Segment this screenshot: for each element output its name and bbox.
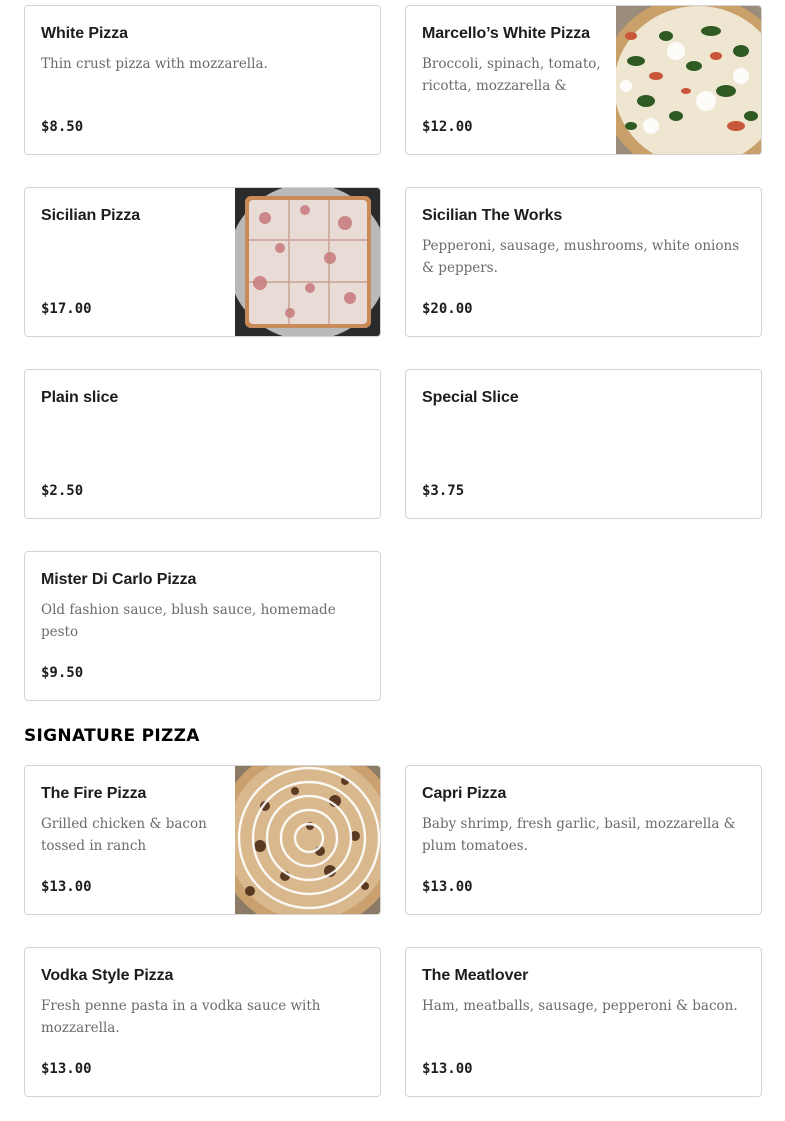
menu-item-card[interactable]: Sicilian Pizza $17.00	[24, 187, 381, 337]
menu-item-card[interactable]: Marcello’s White Pizza Broccoli, spinach…	[405, 5, 762, 155]
item-price: $12.00	[422, 119, 473, 135]
item-name: Mister Di Carlo Pizza	[41, 571, 197, 588]
item-name: Sicilian The Works	[422, 207, 563, 224]
item-description: Fresh penne pasta in a vodka sauce with …	[41, 998, 321, 1036]
section-heading: SIGNATURE PIZZA	[24, 726, 200, 746]
menu-item-card[interactable]: Capri Pizza Baby shrimp, fresh garlic, b…	[405, 765, 762, 915]
menu-item-card[interactable]: Vodka Style Pizza Fresh penne pasta in a…	[24, 947, 381, 1097]
item-price: $9.50	[41, 665, 84, 681]
item-name: Plain slice	[41, 389, 119, 406]
menu-item-card[interactable]: Mister Di Carlo Pizza Old fashion sauce,…	[24, 551, 381, 701]
menu-item-card[interactable]: White Pizza Thin crust pizza with mozzar…	[24, 5, 381, 155]
white-pizza-photo	[616, 6, 761, 154]
menu-item-card[interactable]: The Fire Pizza Grilled chicken & bacon t…	[24, 765, 381, 915]
item-price: $13.00	[422, 1061, 473, 1077]
sicilian-pizza-photo	[235, 188, 380, 336]
item-name: White Pizza	[41, 25, 128, 42]
menu-item-card[interactable]: Plain slice $2.50	[24, 369, 381, 519]
item-description: Pepperoni, sausage, mushrooms, white oni…	[422, 238, 740, 276]
item-price: $13.00	[422, 879, 473, 895]
item-description: Old fashion sauce, blush sauce, homemade…	[41, 602, 336, 640]
menu-item-card[interactable]: Sicilian The Works Pepperoni, sausage, m…	[405, 187, 762, 337]
fire-pizza-photo	[235, 766, 380, 914]
item-name: The Fire Pizza	[41, 785, 147, 802]
item-name: Capri Pizza	[422, 785, 507, 802]
item-description: Ham, meatballs, sausage, pepperoni & bac…	[422, 998, 738, 1014]
item-price: $17.00	[41, 301, 92, 317]
item-name: Vodka Style Pizza	[41, 967, 174, 984]
item-name: Special Slice	[422, 389, 519, 406]
item-name: Marcello’s White Pizza	[422, 25, 590, 42]
item-description: Broccoli, spinach, tomato, ricotta, mozz…	[422, 56, 601, 94]
item-price: $3.75	[422, 483, 465, 499]
item-price: $20.00	[422, 301, 473, 317]
item-price: $2.50	[41, 483, 84, 499]
item-name: The Meatlover	[422, 967, 529, 984]
item-name: Sicilian Pizza	[41, 207, 141, 224]
item-description: Grilled chicken & bacon tossed in ranch …	[41, 816, 207, 854]
menu-item-card[interactable]: The Meatlover Ham, meatballs, sausage, p…	[405, 947, 762, 1097]
item-description: Thin crust pizza with mozzarella.	[41, 56, 268, 72]
item-description: Baby shrimp, fresh garlic, basil, mozzar…	[422, 816, 736, 854]
item-price: $8.50	[41, 119, 84, 135]
item-price: $13.00	[41, 1061, 92, 1077]
item-price: $13.00	[41, 879, 92, 895]
menu-item-card[interactable]: Special Slice $3.75	[405, 369, 762, 519]
